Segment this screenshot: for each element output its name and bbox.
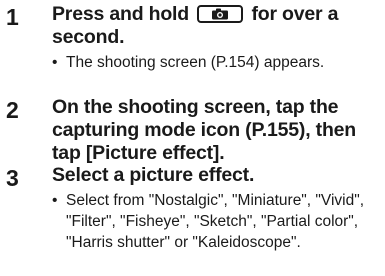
step-number: 3: [6, 165, 19, 191]
step-title: Press and hold for over a second.: [52, 3, 382, 49]
step-number: 1: [6, 4, 19, 30]
step-body: Select a picture effect. • Select from "…: [52, 164, 382, 253]
step-note: • The shooting screen (P.154) appears.: [52, 52, 382, 73]
camera-icon: [197, 5, 244, 23]
step-title: Select a picture effect.: [52, 164, 255, 186]
step-title: On the shooting screen, tap the capturin…: [52, 96, 357, 164]
step-body: On the shooting screen, tap the capturin…: [52, 96, 382, 165]
note-text: Select from "Nostalgic", "Miniature", "V…: [66, 192, 365, 251]
step-note: • Select from "Nostalgic", "Miniature", …: [52, 190, 382, 253]
step-body: Press and hold for over a second. • The …: [52, 3, 382, 73]
bullet: •: [52, 54, 58, 71]
step-title-part: Press and hold: [52, 3, 189, 25]
note-text: The shooting screen (P.154) appears.: [66, 54, 325, 71]
bullet: •: [52, 192, 58, 209]
camera-glyph: [212, 8, 229, 20]
step-number: 2: [6, 97, 19, 123]
